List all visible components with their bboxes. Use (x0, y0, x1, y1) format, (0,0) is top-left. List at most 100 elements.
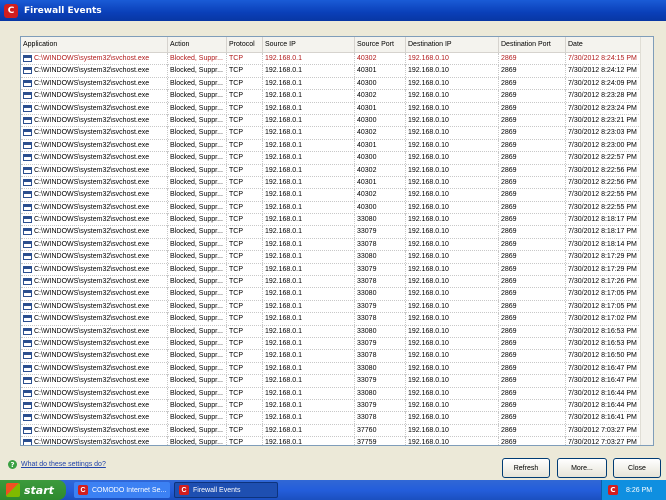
cell-destination-ip: 192.168.0.10 (406, 189, 499, 202)
column-header-destination-port[interactable]: Destination Port (499, 37, 566, 52)
cell-source-port: 33080 (355, 325, 406, 338)
cell-destination-ip: 192.168.0.10 (406, 102, 499, 115)
cell-action: Blocked, Suppr... (168, 65, 227, 78)
cell-destination-ip: 192.168.0.10 (406, 300, 499, 313)
cell-protocol: TCP (227, 164, 263, 177)
cell-source-ip: 192.168.0.1 (263, 399, 355, 412)
cell-action: Blocked, Suppr... (168, 238, 227, 251)
comodo-tray-icon[interactable]: C (608, 485, 618, 495)
table-row[interactable]: C:\WINDOWS\system32\svchost.exe Blocked, … (21, 214, 653, 227)
table-row[interactable]: C:\WINDOWS\system32\svchost.exe Blocked, … (21, 226, 653, 239)
cell-application: C:\WINDOWS\system32\svchost.exe (21, 77, 168, 90)
cell-source-port: 33078 (355, 412, 406, 425)
cell-protocol: TCP (227, 276, 263, 289)
cell-destination-port: 2869 (499, 127, 566, 140)
cell-action: Blocked, Suppr... (168, 77, 227, 90)
table-row[interactable]: C:\WINDOWS\system32\svchost.exe Blocked, … (21, 412, 653, 425)
cell-action: Blocked, Suppr... (168, 164, 227, 177)
cell-action: Blocked, Suppr... (168, 263, 227, 276)
table-row[interactable]: C:\WINDOWS\system32\svchost.exe Blocked, … (21, 251, 653, 264)
column-header-source-ip[interactable]: Source IP (263, 37, 355, 52)
cell-application: C:\WINDOWS\system32\svchost.exe (21, 325, 168, 338)
cell-application: C:\WINDOWS\system32\svchost.exe (21, 201, 168, 214)
cell-protocol: TCP (227, 65, 263, 78)
table-row[interactable]: C:\WINDOWS\system32\svchost.exe Blocked, … (21, 77, 653, 91)
more-button[interactable]: More... (557, 458, 607, 478)
column-header-source-port[interactable]: Source Port (355, 37, 406, 52)
start-button[interactable]: start (0, 480, 66, 500)
cell-protocol: TCP (227, 127, 263, 140)
title-bar: C Firewall Events (0, 0, 666, 21)
cell-protocol: TCP (227, 189, 263, 202)
table-row[interactable]: C:\WINDOWS\system32\svchost.exe Blocked, … (21, 176, 653, 190)
taskbar-item-firewall-events[interactable]: C Firewall Events (174, 482, 278, 498)
cell-action: Blocked, Suppr... (168, 437, 227, 445)
cell-destination-port: 2869 (499, 337, 566, 350)
table-row[interactable]: C:\WINDOWS\system32\svchost.exe Blocked, … (21, 53, 653, 66)
column-header-application[interactable]: Application (21, 37, 168, 52)
table-row[interactable]: C:\WINDOWS\system32\svchost.exe Blocked, … (21, 437, 653, 445)
cell-source-port: 37760 (355, 424, 406, 437)
table-row[interactable]: C:\WINDOWS\system32\svchost.exe Blocked, … (21, 65, 653, 78)
close-button[interactable]: Close (613, 458, 661, 478)
cell-application: C:\WINDOWS\system32\svchost.exe (21, 152, 168, 165)
cell-source-ip: 192.168.0.1 (263, 65, 355, 78)
table-row[interactable]: C:\WINDOWS\system32\svchost.exe Blocked, … (21, 238, 653, 252)
cell-destination-port: 2869 (499, 437, 566, 445)
table-row[interactable]: C:\WINDOWS\system32\svchost.exe Blocked, … (21, 201, 653, 215)
table-row[interactable]: C:\WINDOWS\system32\svchost.exe Blocked, … (21, 276, 653, 289)
cell-source-ip: 192.168.0.1 (263, 127, 355, 140)
column-header-protocol[interactable]: Protocol (227, 37, 263, 52)
table-row[interactable]: C:\WINDOWS\system32\svchost.exe Blocked, … (21, 325, 653, 338)
cell-application: C:\WINDOWS\system32\svchost.exe (21, 276, 168, 289)
refresh-button[interactable]: Refresh (502, 458, 550, 478)
table-row[interactable]: C:\WINDOWS\system32\svchost.exe Blocked, … (21, 399, 653, 413)
table-row[interactable]: C:\WINDOWS\system32\svchost.exe Blocked, … (21, 164, 653, 177)
table-row[interactable]: C:\WINDOWS\system32\svchost.exe Blocked, … (21, 189, 653, 202)
cell-destination-ip: 192.168.0.10 (406, 276, 499, 289)
firewall-events-list[interactable]: Application Action Protocol Source IP So… (20, 36, 654, 446)
table-row[interactable]: C:\WINDOWS\system32\svchost.exe Blocked, … (21, 375, 653, 388)
table-row[interactable]: C:\WINDOWS\system32\svchost.exe Blocked, … (21, 263, 653, 277)
clock: 8:26 PM (626, 486, 653, 494)
table-row[interactable]: C:\WINDOWS\system32\svchost.exe Blocked, … (21, 362, 653, 376)
cell-action: Blocked, Suppr... (168, 300, 227, 313)
taskbar-item-comodo[interactable]: C COMODO Internet Se... (74, 482, 170, 498)
table-row[interactable]: C:\WINDOWS\system32\svchost.exe Blocked, … (21, 127, 653, 140)
help-link[interactable]: What do these settings do? (21, 461, 106, 468)
cell-source-port: 33078 (355, 350, 406, 363)
cell-source-port: 33078 (355, 238, 406, 251)
table-row[interactable]: C:\WINDOWS\system32\svchost.exe Blocked, … (21, 387, 653, 400)
column-header-action[interactable]: Action (168, 37, 227, 52)
table-row[interactable]: C:\WINDOWS\system32\svchost.exe Blocked, … (21, 139, 653, 153)
table-row[interactable]: C:\WINDOWS\system32\svchost.exe Blocked, … (21, 337, 653, 351)
table-row[interactable]: C:\WINDOWS\system32\svchost.exe Blocked, … (21, 424, 653, 438)
cell-action: Blocked, Suppr... (168, 412, 227, 425)
cell-source-port: 40302 (355, 53, 406, 65)
cell-action: Blocked, Suppr... (168, 102, 227, 115)
cell-destination-ip: 192.168.0.10 (406, 412, 499, 425)
cell-destination-port: 2869 (499, 90, 566, 103)
cell-destination-ip: 192.168.0.10 (406, 238, 499, 251)
column-header-destination-ip[interactable]: Destination IP (406, 37, 499, 52)
table-row[interactable]: C:\WINDOWS\system32\svchost.exe Blocked, … (21, 90, 653, 103)
cell-destination-port: 2869 (499, 77, 566, 90)
table-row[interactable]: C:\WINDOWS\system32\svchost.exe Blocked, … (21, 300, 653, 314)
cell-destination-ip: 192.168.0.10 (406, 387, 499, 400)
table-row[interactable]: C:\WINDOWS\system32\svchost.exe Blocked, … (21, 152, 653, 165)
table-row[interactable]: C:\WINDOWS\system32\svchost.exe Blocked, … (21, 114, 653, 128)
cell-source-port: 33078 (355, 276, 406, 289)
table-row[interactable]: C:\WINDOWS\system32\svchost.exe Blocked, … (21, 313, 653, 326)
table-row[interactable]: C:\WINDOWS\system32\svchost.exe Blocked, … (21, 350, 653, 363)
cell-action: Blocked, Suppr... (168, 276, 227, 289)
comodo-icon: C (179, 485, 189, 495)
cell-action: Blocked, Suppr... (168, 375, 227, 388)
table-row[interactable]: C:\WINDOWS\system32\svchost.exe Blocked, … (21, 102, 653, 115)
table-row[interactable]: C:\WINDOWS\system32\svchost.exe Blocked, … (21, 288, 653, 301)
cell-action: Blocked, Suppr... (168, 313, 227, 326)
cell-source-port: 33080 (355, 288, 406, 301)
vertical-scrollbar[interactable] (640, 37, 653, 445)
cell-destination-port: 2869 (499, 102, 566, 115)
cell-source-ip: 192.168.0.1 (263, 337, 355, 350)
cell-application: C:\WINDOWS\system32\svchost.exe (21, 65, 168, 78)
